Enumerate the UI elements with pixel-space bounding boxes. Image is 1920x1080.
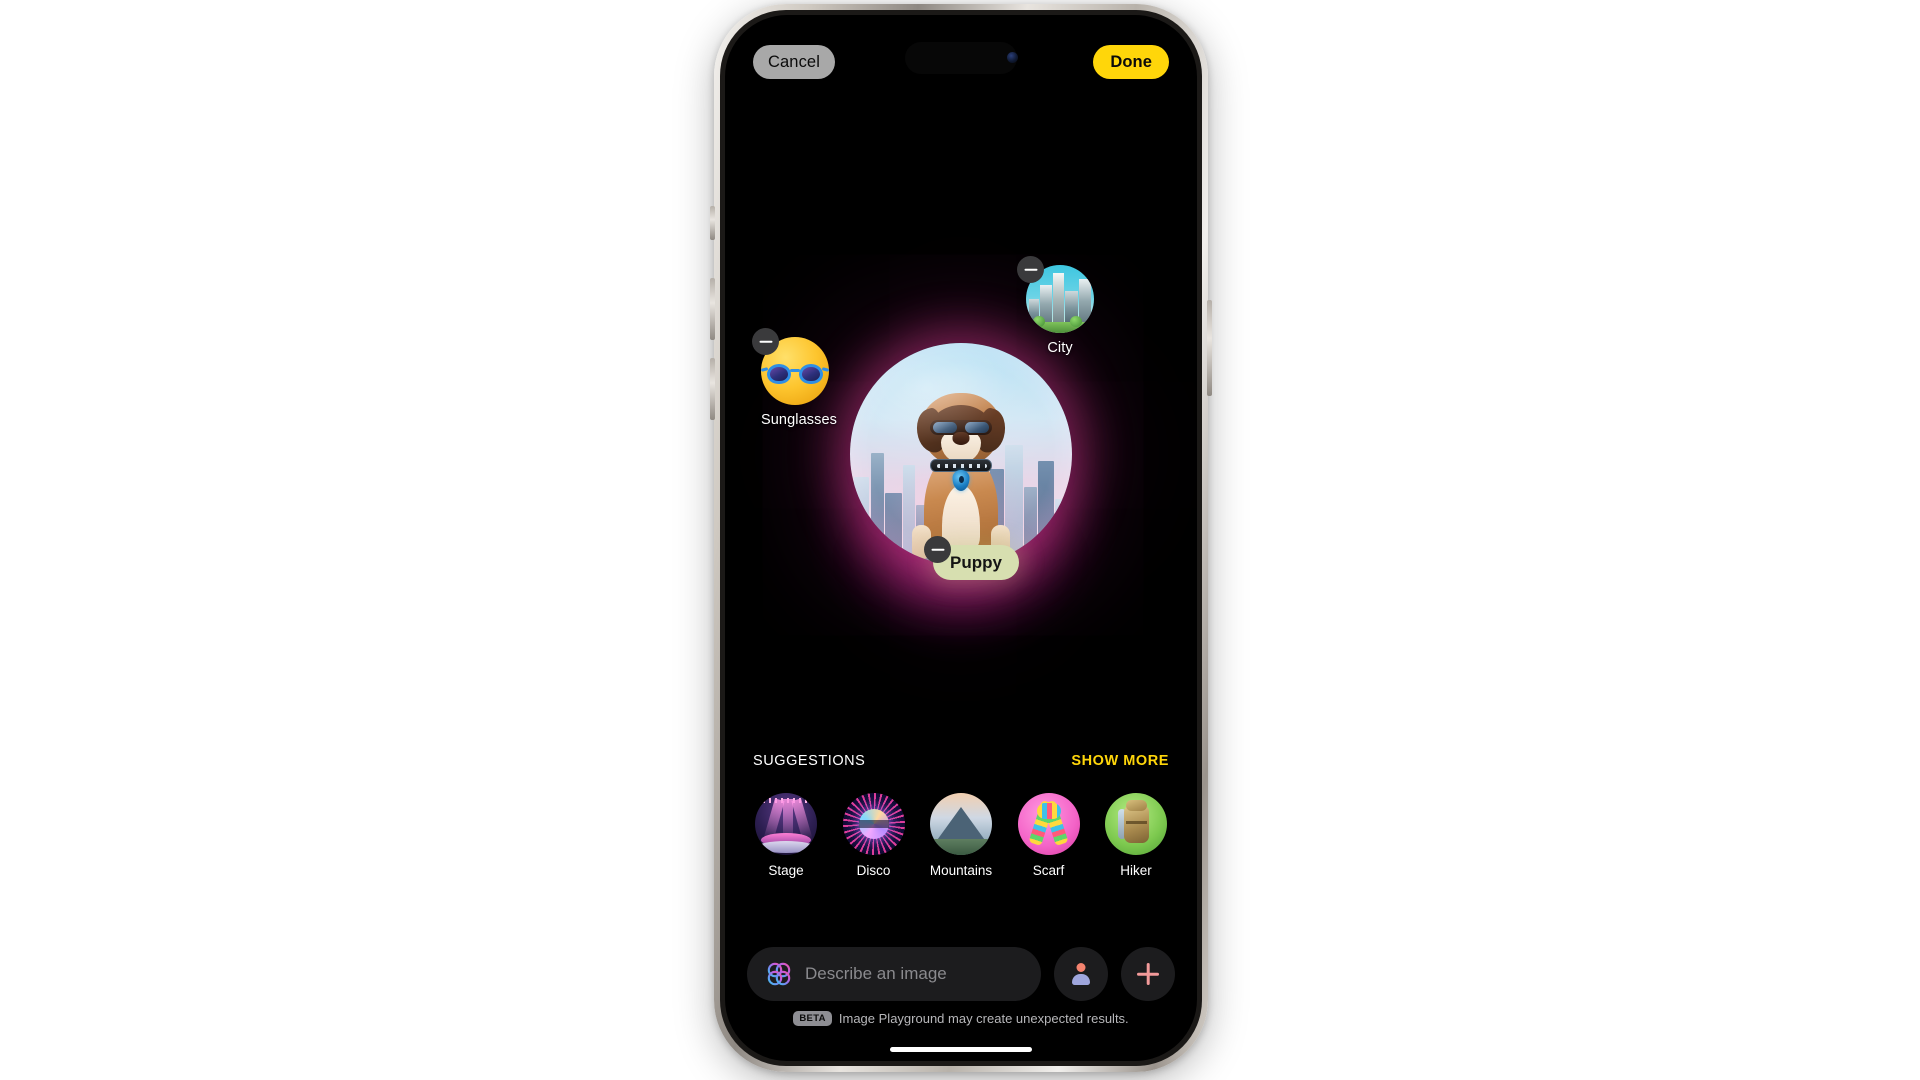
volume-up-button[interactable] (710, 278, 715, 340)
suggestion-label: Disco (856, 863, 891, 878)
suggestion-item-disco[interactable]: Disco (835, 793, 913, 878)
suggestion-item-hiker[interactable]: Hiker (1097, 793, 1175, 878)
concept-chip-sunglasses[interactable]: Sunglasses (752, 328, 837, 428)
person-icon (1070, 963, 1092, 985)
suggestion-label: Hiker (1120, 863, 1152, 878)
suggestions-row: Stage Disco Mountains Scarf Hiker (747, 793, 1175, 878)
input-placeholder: Describe an image (805, 964, 947, 983)
device-screen: Cancel Done Sunglasses City Puppy SUGGES… (725, 15, 1197, 1061)
concept-chip-city[interactable]: City (1017, 256, 1094, 356)
suggestion-item-stage[interactable]: Stage (747, 793, 825, 878)
screenshot-root: Cancel Done Sunglasses City Puppy SUGGES… (0, 0, 1920, 1080)
choose-person-button[interactable] (1054, 947, 1108, 1001)
remove-concept-button[interactable] (924, 536, 951, 563)
image-canvas[interactable]: Sunglasses City Puppy (725, 15, 1197, 1061)
home-indicator[interactable] (890, 1047, 1032, 1052)
suggestion-label: Mountains (929, 863, 993, 878)
mountain-icon (935, 807, 987, 843)
composer-bar: Describe an image (747, 947, 1175, 1001)
iphone-device-frame: Cancel Done Sunglasses City Puppy SUGGES… (714, 4, 1208, 1072)
suggestions-title: SUGGESTIONS (753, 753, 866, 769)
describe-image-input[interactable]: Describe an image (747, 947, 1041, 1001)
suggestions-header: SUGGESTIONS SHOW MORE (753, 753, 1169, 769)
scarf-thumbnail[interactable] (1017, 793, 1080, 855)
suggestion-label: Stage (768, 863, 804, 878)
suggestion-item-scarf[interactable]: Scarf (1010, 793, 1088, 878)
sunglasses-icon (761, 364, 829, 384)
generated-image-bubble[interactable] (850, 343, 1072, 565)
disco-ball-icon (858, 809, 889, 839)
concept-chip-puppy[interactable]: Puppy (924, 536, 1019, 580)
apple-intelligence-icon (765, 960, 793, 988)
volume-down-button[interactable] (710, 358, 715, 420)
disclaimer-row: BETA Image Playground may create unexpec… (725, 1011, 1197, 1026)
plus-icon (1136, 962, 1160, 986)
concept-label: Sunglasses (761, 412, 837, 428)
concept-label: City (1047, 340, 1073, 356)
action-button[interactable] (710, 206, 715, 240)
mountains-thumbnail[interactable] (930, 793, 992, 855)
remove-concept-button[interactable] (752, 328, 779, 355)
suggestion-item-mountains[interactable]: Mountains (922, 793, 1000, 878)
bubble-rim-glow (850, 343, 1072, 565)
remove-concept-button[interactable] (1017, 256, 1044, 283)
suggestion-label: Scarf (1032, 863, 1065, 878)
disco-thumbnail[interactable] (842, 793, 905, 855)
disclaimer-text: Image Playground may create unexpected r… (838, 1011, 1129, 1026)
hiker-thumbnail[interactable] (1105, 793, 1167, 855)
power-button[interactable] (1207, 300, 1212, 396)
show-more-button[interactable]: SHOW MORE (1071, 753, 1169, 769)
add-concept-button[interactable] (1121, 947, 1175, 1001)
beta-badge: BETA (793, 1011, 832, 1026)
stage-thumbnail[interactable] (755, 793, 817, 855)
